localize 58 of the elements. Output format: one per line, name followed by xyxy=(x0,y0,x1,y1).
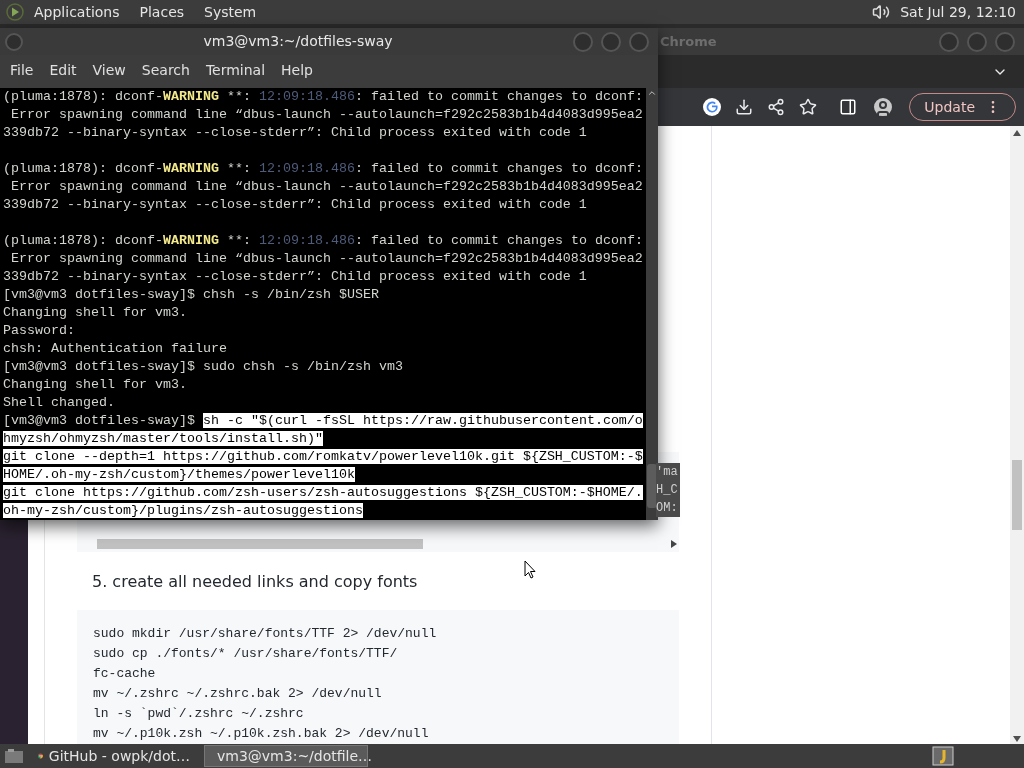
bookmark-star-icon[interactable] xyxy=(799,98,818,116)
code-line: ln -s `pwd`/.zshrc ~/.zshrc xyxy=(93,705,305,723)
terminal-line: [vm3@vm3 dotfiles-sway]$ sudo chsh -s /bin/zsh vm3 xyxy=(3,359,403,374)
menu-item[interactable]: Terminal xyxy=(197,60,274,81)
terminal-line: Password: xyxy=(3,323,75,338)
terminal-line: 339db72 --binary-syntax --close-stderr”: Child process exited with code 1 xyxy=(3,197,587,212)
terminal-line: chsh: Authentication failure xyxy=(3,341,227,356)
terminal-line: Changing shell for vm3. xyxy=(3,305,187,320)
scrollbar-thumb[interactable] xyxy=(97,539,423,549)
clock[interactable]: Sat Jul 29, 12:10 xyxy=(900,1,1016,23)
scrollbar[interactable] xyxy=(646,88,658,520)
section-heading: 5. create all needed links and copy fonts xyxy=(92,571,419,593)
taskbar-item[interactable]: GitHub - owpk/dot… xyxy=(32,745,196,767)
panel-menu[interactable]: System xyxy=(204,1,257,23)
scroll-up-icon[interactable] xyxy=(647,88,657,98)
menu-item[interactable]: File xyxy=(2,60,42,81)
google-logo-icon[interactable] xyxy=(703,98,722,116)
volume-icon[interactable] xyxy=(872,3,891,21)
scroll-right-icon[interactable] xyxy=(671,540,677,548)
scroll-down-icon[interactable] xyxy=(1013,736,1021,742)
terminal-line: Error spawning command line “dbus-launch --autolaunch=f292c2583b1b4d4083d995ea2 xyxy=(10,251,643,266)
terminal-line: 339db72 --binary-syntax --close-stderr”: Child process exited with code 1 xyxy=(3,125,587,140)
terminal-line: Shell changed. xyxy=(3,395,115,410)
terminal-line: 'ma xyxy=(656,464,679,481)
terminal-line: Error spawning command line “dbus-launch --autolaunch=f292c2583b1b4d4083d995ea2 xyxy=(10,107,643,122)
terminal-line: [vm3@vm3 dotfiles-sway]$ chsh -s /bin/zsh $USER xyxy=(3,287,379,302)
code-line: mv ~/.zshrc ~/.zshrc.bak 2> /dev/null xyxy=(93,685,383,703)
terminal-line: (pluma:1878): dconf-WARNING **: 12:09:18.486: failed to commit changes to dconf: xyxy=(3,161,643,176)
terminal-line: Changing shell for vm3. xyxy=(3,377,187,392)
window-title: vm3@vm3:~/dotfiles-sway xyxy=(203,32,393,51)
terminal-line: H_C xyxy=(656,482,679,499)
scrollbar-thumb[interactable] xyxy=(1012,460,1022,530)
code-line: sudo mkdir /usr/share/fonts/TTF 2> /dev/null xyxy=(93,625,438,643)
tray-app-icon[interactable] xyxy=(932,746,954,766)
terminal-line: 339db72 --binary-syntax --close-stderr”: Child process exited with code 1 xyxy=(3,269,587,284)
menu-item[interactable]: Edit xyxy=(41,60,85,81)
panel-menu[interactable]: Applications xyxy=(34,1,120,23)
show-desktop-icon[interactable] xyxy=(4,747,24,765)
code-line: sudo cp ./fonts/* /usr/share/fonts/TTF/ xyxy=(93,645,399,663)
code-line: fc-cache xyxy=(93,665,157,683)
scroll-up-icon[interactable] xyxy=(1013,130,1021,136)
side-panel-icon[interactable] xyxy=(839,98,858,116)
terminal-line: OM: xyxy=(656,500,679,517)
menu-item[interactable]: Help xyxy=(273,60,321,81)
scrollbar-thumb[interactable] xyxy=(647,464,657,508)
terminal-line: Error spawning command line “dbus-launch --autolaunch=f292c2583b1b4d4083d995ea2 xyxy=(10,179,643,194)
terminal-line: (pluma:1878): dconf-WARNING **: 12:09:18.486: failed to commit changes to dconf: xyxy=(3,233,643,248)
menu-item[interactable]: Search xyxy=(133,60,198,81)
menu-item[interactable]: View xyxy=(84,60,134,81)
panel-menu[interactable]: Places xyxy=(139,1,185,23)
code-line: mv ~/.p10k.zsh ~/.p10k.zsh.bak 2> /dev/null xyxy=(93,725,430,743)
terminal-line: [vm3@vm3 dotfiles-sway]$ sh -c "$(curl -fsSL https://raw.githubusercontent.com/o xyxy=(3,413,643,428)
download-icon[interactable] xyxy=(735,98,754,116)
share-icon[interactable] xyxy=(767,98,786,116)
page-scrollbar[interactable] xyxy=(1010,126,1024,744)
menu-logo-icon[interactable] xyxy=(6,3,24,21)
terminal-line: (pluma:1878): dconf-WARNING **: 12:09:18.486: failed to commit changes to dconf: xyxy=(3,89,643,104)
mouse-cursor-icon xyxy=(524,560,536,579)
